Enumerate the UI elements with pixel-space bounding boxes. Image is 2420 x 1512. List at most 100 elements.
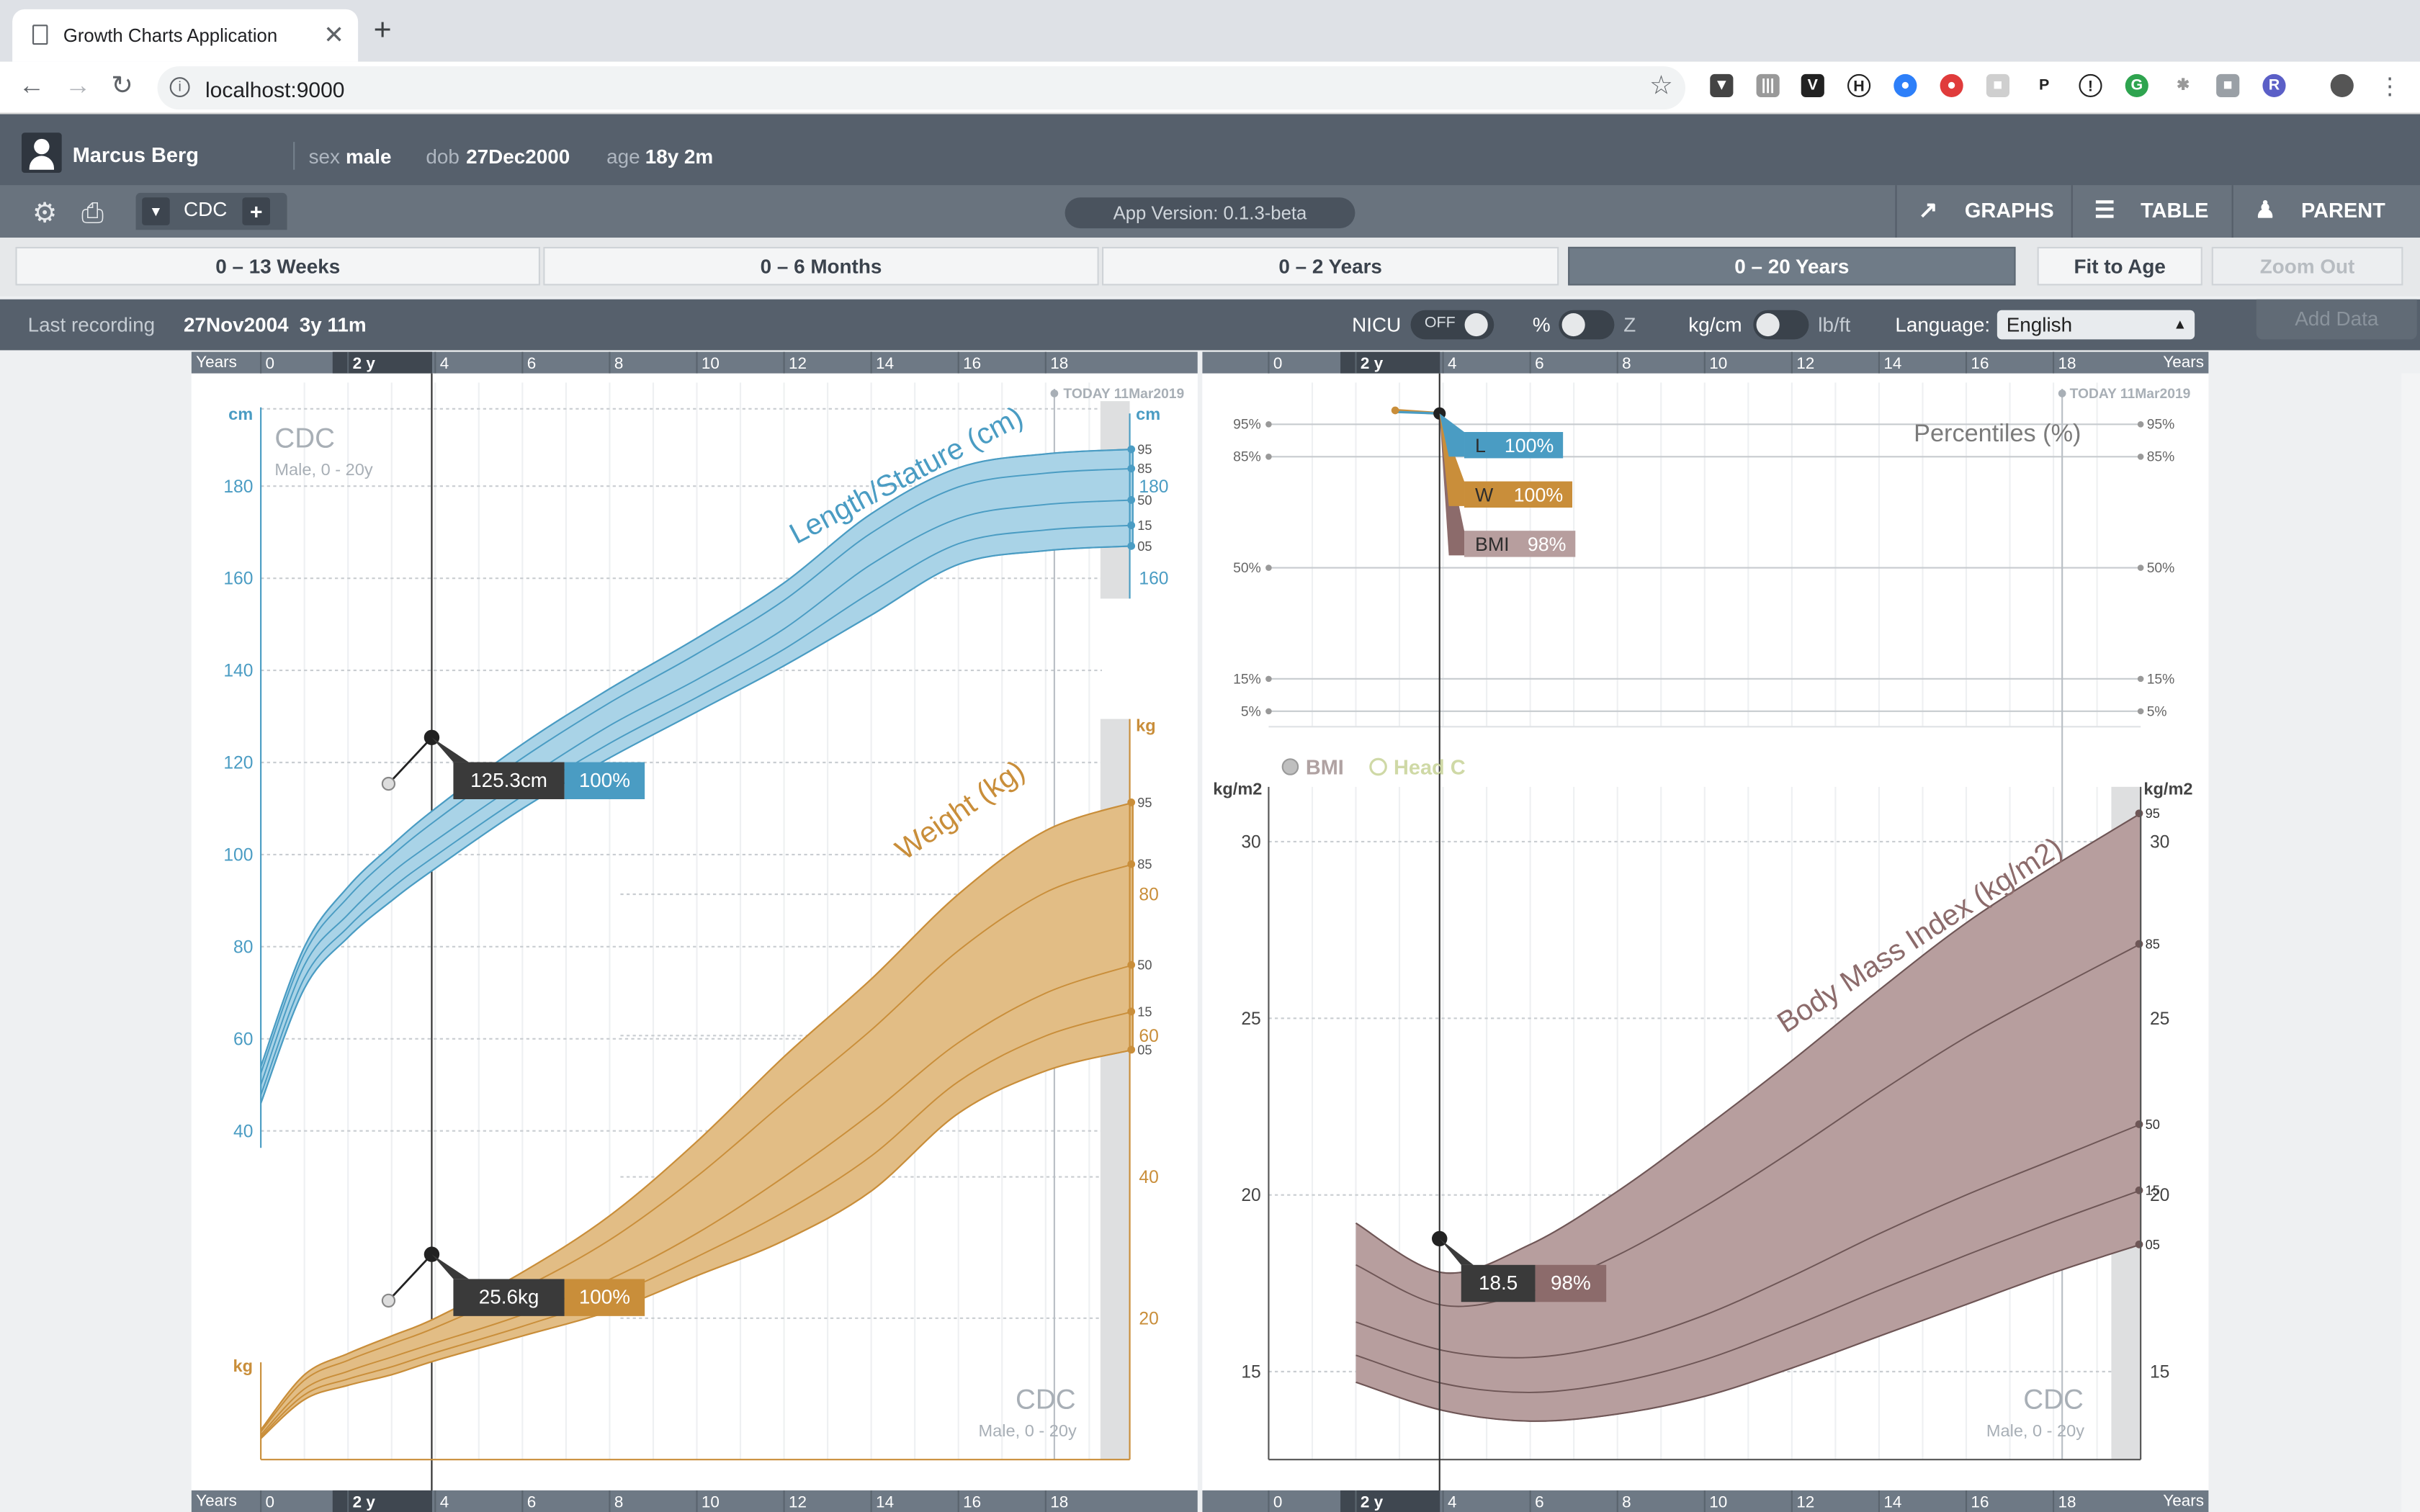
percent-z-toggle[interactable] xyxy=(1559,310,1615,340)
range-tab-20-years[interactable]: 0 – 20 Years xyxy=(1568,246,2016,286)
left-bottom-year-tick: 16 xyxy=(963,1493,981,1511)
dataset-label[interactable]: CDC xyxy=(184,197,227,220)
percentiles-title: Percentiles (%) xyxy=(1914,420,2081,447)
bookmarks-extension-icon[interactable]: ||| xyxy=(1756,73,1780,97)
address-bar[interactable]: i localhost:9000 ☆ xyxy=(157,66,1685,110)
length-p05-label: 05 xyxy=(1137,539,1152,554)
lbft-label: lb/ft xyxy=(1818,313,1851,337)
table-view-button[interactable]: ☰ TABLE xyxy=(2071,185,2231,238)
weight-percentile-prev-dot xyxy=(1391,406,1399,415)
language-select[interactable]: English ▲ xyxy=(1996,310,2195,340)
cdc-label: CDC xyxy=(274,423,335,454)
fit-to-age-button[interactable]: Fit to Age xyxy=(2037,246,2202,286)
bmi-tag-label: BMI xyxy=(1475,534,1510,555)
right-bottom-year-tick: 2 y xyxy=(1361,1493,1384,1511)
close-tab-icon[interactable]: ✕ xyxy=(323,20,344,51)
weight-p15-label: 15 xyxy=(1137,1004,1152,1019)
tab-title: Growth Charts Application xyxy=(63,24,278,47)
left-top-year-tick: 2 y xyxy=(353,354,376,372)
bmi-unit-label-right: kg/m2 xyxy=(2143,780,2192,798)
new-tab-button[interactable]: + xyxy=(374,15,392,46)
legend-bmi[interactable]: BMI xyxy=(1306,757,1344,780)
p-extension-icon[interactable]: P xyxy=(2033,73,2056,97)
graphs-view-button[interactable]: ↗ GRAPHS xyxy=(1895,185,2069,238)
right-top-year-tick: 14 xyxy=(1883,354,1901,372)
browser-tab[interactable]: Growth Charts Application ✕ xyxy=(12,9,359,62)
units-toggle[interactable] xyxy=(1753,310,1809,340)
percentile-dot-left xyxy=(1265,708,1272,715)
profile-avatar-icon[interactable] xyxy=(2330,73,2354,97)
right-bottom-year-tick: 18 xyxy=(2058,1493,2076,1511)
puzzle-extension-icon[interactable]: ✱ xyxy=(2172,73,2195,97)
range-tab-6-months[interactable]: 0 – 6 Months xyxy=(543,246,1099,286)
url-text[interactable]: localhost:9000 xyxy=(205,77,344,102)
forward-icon[interactable]: → xyxy=(65,71,91,102)
right-top-year-tick: 18 xyxy=(2058,354,2076,372)
z-label: Z xyxy=(1623,313,1636,337)
language-value[interactable]: English xyxy=(2007,313,2072,336)
chat-extension-icon[interactable]: ■ xyxy=(1986,73,2009,97)
h-extension-icon[interactable]: H xyxy=(1847,73,1871,97)
bookmark-star-icon[interactable]: ☆ xyxy=(1649,71,1673,102)
percentile-dot-left xyxy=(1265,454,1272,460)
length-p05-end-dot xyxy=(1127,542,1136,550)
zoom-out-button[interactable]: Zoom Out xyxy=(2211,246,2403,286)
legend-bmi-swatch[interactable] xyxy=(1281,758,1299,775)
print-icon[interactable]: ⎙ xyxy=(77,197,108,228)
reload-icon[interactable]: ↻ xyxy=(111,71,133,102)
cm-tick-label: 40 xyxy=(233,1122,253,1141)
cdc-subtitle-bmi: Male, 0 - 20y xyxy=(1986,1421,2084,1440)
kg-unit-label-left: kg xyxy=(233,1356,254,1375)
bmi-tick-left: 20 xyxy=(1241,1186,1260,1205)
app-root: Growth Charts Application ✕ + ← → ↻ i lo… xyxy=(0,0,2420,1512)
image-extension-icon[interactable]: ■ xyxy=(2216,73,2240,97)
range-tab-2-years[interactable]: 0 – 2 Years xyxy=(1102,246,1559,286)
one-password-extension-icon[interactable]: ! xyxy=(2079,73,2102,97)
nicu-state: OFF xyxy=(1424,315,1456,332)
legend-headc-swatch[interactable] xyxy=(1369,757,1387,776)
back-icon[interactable]: ← xyxy=(19,71,45,102)
legend-headc[interactable]: Head C xyxy=(1394,757,1466,780)
range-tab-13-weeks[interactable]: 0 – 13 Weeks xyxy=(15,246,540,286)
bmi-tag-value: 98% xyxy=(1528,534,1567,555)
grammarly-extension-icon[interactable]: G xyxy=(2125,73,2148,97)
dropdown-arrow-icon[interactable]: ▼ xyxy=(142,197,170,225)
bmi-tick-right: 25 xyxy=(2150,1009,2169,1029)
page-scrollbar[interactable] xyxy=(2401,373,2420,1512)
r-extension-icon[interactable]: R xyxy=(2262,73,2286,97)
info-icon[interactable]: i xyxy=(169,77,190,97)
left-bottom-year-tick: 14 xyxy=(876,1493,894,1511)
percentile-tick-right: 50% xyxy=(2147,561,2175,576)
settings-gear-icon[interactable]: ⚙ xyxy=(30,197,60,228)
bmi-tick-right: 20 xyxy=(2150,1186,2169,1205)
left-bottom-year-tick: 6 xyxy=(527,1493,537,1511)
weight-p50-end-dot xyxy=(1127,960,1136,969)
vimeo-extension-icon[interactable]: V xyxy=(1801,73,1824,97)
left-top-year-tick: 10 xyxy=(702,354,720,372)
parent-view-button[interactable]: ♟ PARENT xyxy=(2231,185,2420,238)
sex-label: sex xyxy=(308,145,340,168)
length-p85-label: 85 xyxy=(1137,462,1152,476)
ublock-extension-icon[interactable]: ● xyxy=(1940,73,1963,97)
meet-extension-icon[interactable]: ● xyxy=(1894,73,1917,97)
bmi-tick-right: 15 xyxy=(2150,1363,2169,1382)
left-bottom-year-tick: 18 xyxy=(1050,1493,1068,1511)
document-icon xyxy=(32,24,48,45)
right-bottom-year-tick: 6 xyxy=(1535,1493,1544,1511)
right-top-year-tick: 8 xyxy=(1622,354,1631,372)
add-data-button[interactable]: Add Data xyxy=(2256,299,2417,340)
pocket-extension-icon[interactable]: ▼ xyxy=(1710,73,1734,97)
right-top-year-tick: 12 xyxy=(1796,354,1814,372)
length-leader-line xyxy=(387,737,433,785)
percentile-dot-right xyxy=(2137,564,2144,571)
bmi-p50-end-dot xyxy=(2135,1120,2143,1128)
units-toggle-knob xyxy=(1756,313,1780,337)
kg-tick-label-right: 40 xyxy=(1139,1168,1158,1187)
add-dataset-button[interactable]: + xyxy=(242,197,270,225)
left-bottom-year-tick: 2 y xyxy=(353,1493,376,1511)
left-top-year-tick: 12 xyxy=(789,354,807,372)
weight-prev-point xyxy=(381,1293,396,1308)
menu-dots-icon[interactable]: ⋮ xyxy=(2378,73,2401,100)
nicu-toggle[interactable]: OFF xyxy=(1410,310,1494,340)
weight-p95-end-dot xyxy=(1127,798,1136,806)
